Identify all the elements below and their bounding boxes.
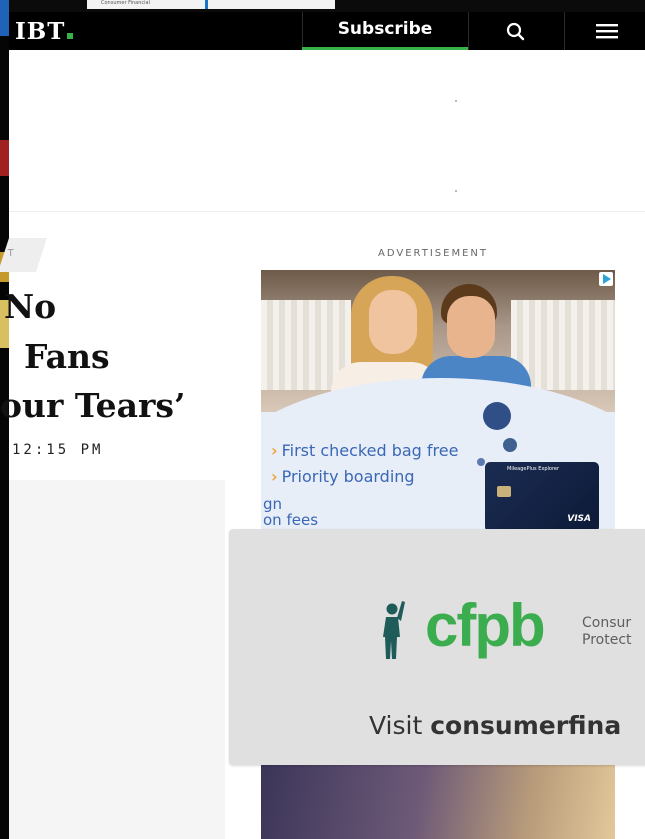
ad-benefits: › First checked bag free › Priority boardi…: [271, 438, 458, 490]
ad-benefit: › First checked bag free: [271, 438, 458, 464]
logo-dot: [67, 33, 74, 39]
subscribe-button[interactable]: Subscribe: [302, 12, 468, 50]
article-timestamp: 12:15 PM: [12, 442, 104, 458]
article-media-placeholder: [9, 480, 225, 839]
chevron-right-icon: ›: [271, 441, 278, 460]
cfpb-agency-name: Consur Protect: [582, 615, 632, 649]
ad-fees-line: gn: [263, 495, 283, 513]
cfpb-name-line: Protect: [582, 632, 632, 648]
cfpb-overlay-ad[interactable]: cfpb Consur Protect Visit consumerfina: [229, 529, 645, 765]
top-sliver: Consumer Financial: [9, 0, 645, 12]
ad-benefit-text: First checked bag free: [281, 441, 459, 460]
ad-person: [369, 290, 417, 354]
ad-fees-line: on fees: [263, 511, 319, 529]
ad-fees-text: gn on fees: [263, 496, 318, 528]
card-brand: VISA: [567, 514, 591, 524]
page: Consumer Financial IBT Subscribe T No Fa…: [0, 0, 645, 839]
search-icon: [506, 22, 525, 41]
headline-line: No: [4, 287, 57, 326]
subscribe-label: Subscribe: [337, 19, 433, 39]
category-tag[interactable]: T: [0, 238, 47, 272]
airline-card-ad[interactable]: › First checked bag free › Priority boardi…: [261, 270, 615, 532]
advertisement-label: ADVERTISEMENT: [378, 248, 489, 259]
card-chip: [497, 486, 511, 497]
credit-card-image: MileagePlus Explorer VISA: [485, 462, 599, 532]
cfpb-cta-prefix: Visit: [369, 711, 431, 740]
person-raising-hand-icon: [383, 601, 405, 659]
second-ad-creative[interactable]: [261, 762, 615, 839]
menu-button[interactable]: [564, 12, 645, 50]
site-header: IBT Subscribe: [9, 12, 645, 50]
cfpb-logo: cfpb: [425, 592, 546, 659]
ad-orb: [477, 458, 485, 466]
adchoices-play-icon[interactable]: [599, 272, 613, 286]
card-title: MileagePlus Explorer: [507, 466, 560, 472]
ad-pixel: [455, 100, 457, 102]
edge-chip: [0, 140, 9, 176]
headline-line: Fans: [24, 337, 110, 376]
ad-benefit: › Priority boarding: [271, 464, 458, 490]
search-button[interactable]: [468, 12, 564, 50]
ad-pixel: [455, 190, 457, 192]
ad-orb: [503, 438, 517, 452]
headline-line: our Tears’: [0, 386, 186, 425]
cfpb-cta-domain: consumerfina: [430, 711, 622, 740]
logo-text: IBT: [15, 18, 66, 45]
top-ad-slot: [9, 50, 645, 212]
site-logo[interactable]: IBT: [15, 18, 74, 45]
ad-benefit-text: Priority boarding: [281, 467, 415, 486]
edge-chip: [0, 0, 9, 36]
category-label: T: [7, 248, 15, 259]
cfpb-cta-link[interactable]: Visit consumerfina: [369, 711, 621, 740]
ad-person: [447, 296, 495, 358]
ad-orb: [483, 402, 511, 430]
cfpb-name-line: Consur: [582, 615, 632, 631]
chevron-right-icon: ›: [271, 467, 278, 486]
hamburger-menu-icon: [596, 24, 618, 39]
sliver-thumbnail: Consumer Financial: [87, 0, 335, 9]
